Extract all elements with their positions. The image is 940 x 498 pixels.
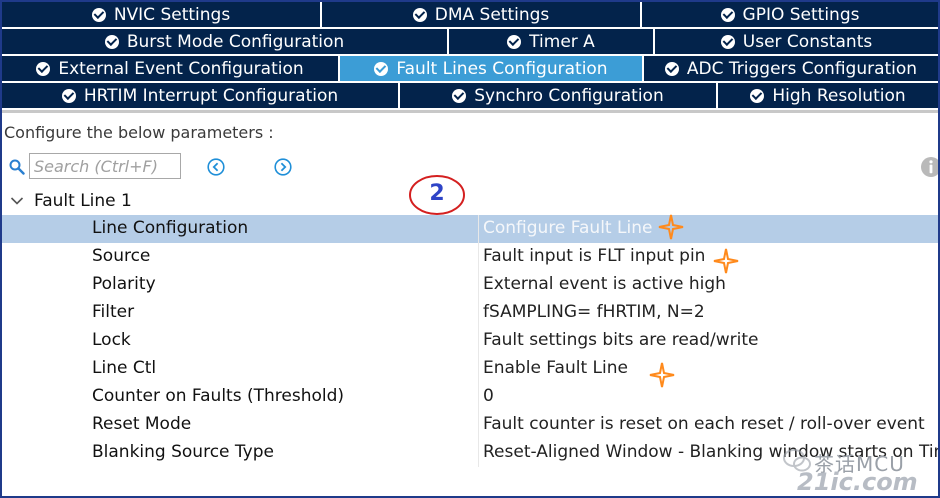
- tab-label: NVIC Settings: [113, 4, 231, 25]
- tab-user-constants[interactable]: User Constants: [655, 29, 938, 56]
- check-circle-icon: [412, 7, 427, 22]
- tab-label: HRTIM Interrupt Configuration: [83, 85, 339, 106]
- chevron-left-circle-icon[interactable]: [207, 158, 225, 176]
- column-divider: [478, 215, 479, 243]
- sparkle-star-icon: [649, 362, 675, 388]
- table-row[interactable]: Source Fault input is FLT input pin: [2, 243, 938, 271]
- check-circle-icon: [36, 61, 51, 76]
- tab-fault-lines-configuration[interactable]: Fault Lines Configuration: [340, 56, 644, 83]
- table-row[interactable]: Line Ctl Enable Fault Line: [2, 355, 938, 383]
- column-divider: [478, 355, 479, 383]
- tree-group-label: Fault Line 1: [34, 191, 132, 211]
- param-value[interactable]: Fault counter is reset on each reset / r…: [483, 414, 925, 434]
- param-name: Counter on Faults (Threshold): [92, 386, 345, 406]
- search-field[interactable]: [29, 153, 181, 179]
- check-circle-icon: [61, 88, 76, 103]
- table-row[interactable]: Filter fSAMPLING= fHRTIM, N=2: [2, 299, 938, 327]
- config-instructions: Configure the below parameters :: [4, 123, 274, 142]
- search-input[interactable]: [34, 155, 174, 177]
- tab-label: External Event Configuration: [58, 58, 304, 79]
- column-divider: [478, 327, 479, 355]
- watermark-logo: 21ic.com: [797, 468, 918, 496]
- tab-label: Synchro Configuration: [474, 85, 664, 106]
- param-value[interactable]: Enable Fault Line: [483, 358, 628, 378]
- table-row[interactable]: Polarity External event is active high: [2, 271, 938, 299]
- tab-adc-triggers-configuration[interactable]: ADC Triggers Configuration: [644, 56, 938, 83]
- sparkle-star-icon: [658, 214, 684, 240]
- check-circle-icon: [104, 34, 119, 49]
- parameter-table: Line Configuration Configure Fault Line …: [2, 215, 938, 467]
- tab-nvic-settings[interactable]: NVIC Settings: [2, 2, 322, 29]
- param-value[interactable]: fSAMPLING= fHRTIM, N=2: [483, 302, 705, 322]
- tab-row-2: Burst Mode Configuration Timer A User Co…: [2, 29, 938, 56]
- tab-row-3: External Event Configuration Fault Lines…: [2, 56, 938, 83]
- section-divider: [2, 110, 938, 113]
- column-divider: [478, 411, 479, 439]
- tab-burst-mode-configuration[interactable]: Burst Mode Configuration: [2, 29, 449, 56]
- tab-label: Fault Lines Configuration: [396, 58, 608, 79]
- column-divider: [478, 439, 479, 467]
- check-circle-icon: [374, 61, 389, 76]
- tab-external-event-configuration[interactable]: External Event Configuration: [2, 56, 340, 83]
- param-name: Source: [92, 246, 151, 266]
- chevron-right-circle-icon[interactable]: [274, 158, 292, 176]
- param-value[interactable]: Fault input is FLT input pin: [483, 246, 705, 266]
- column-divider: [478, 271, 479, 299]
- search-icon[interactable]: [9, 159, 25, 175]
- tab-label: DMA Settings: [434, 4, 550, 25]
- column-divider: [478, 383, 479, 411]
- tab-timer-a[interactable]: Timer A: [449, 29, 655, 56]
- check-circle-icon: [664, 61, 679, 76]
- param-value[interactable]: 0: [483, 386, 494, 406]
- table-row[interactable]: Lock Fault settings bits are read/write: [2, 327, 938, 355]
- check-circle-icon: [507, 34, 522, 49]
- tab-label: ADC Triggers Configuration: [686, 58, 918, 79]
- tab-synchro-configuration[interactable]: Synchro Configuration: [400, 83, 718, 110]
- check-circle-icon: [720, 34, 735, 49]
- tab-label: Burst Mode Configuration: [126, 31, 345, 52]
- table-row[interactable]: Reset Mode Fault counter is reset on eac…: [2, 411, 938, 439]
- check-circle-icon: [91, 7, 106, 22]
- param-name: Reset Mode: [92, 414, 192, 434]
- sparkle-star-icon: [713, 248, 739, 274]
- check-circle-icon: [720, 7, 735, 22]
- tree-group-fault-line-1[interactable]: Fault Line 1: [10, 189, 132, 213]
- tab-gpio-settings[interactable]: GPIO Settings: [642, 2, 938, 29]
- tab-row-4: HRTIM Interrupt Configuration Synchro Co…: [2, 83, 938, 110]
- table-row[interactable]: Line Configuration Configure Fault Line: [2, 215, 938, 243]
- param-value[interactable]: Configure Fault Line: [483, 218, 652, 238]
- param-name: Line Configuration: [92, 218, 249, 238]
- param-name: Blanking Source Type: [92, 442, 274, 462]
- table-row[interactable]: Counter on Faults (Threshold) 0: [2, 383, 938, 411]
- param-value[interactable]: Fault settings bits are read/write: [483, 330, 759, 350]
- check-circle-icon: [452, 88, 467, 103]
- param-name: Line Ctl: [92, 358, 157, 378]
- column-divider: [478, 243, 479, 271]
- column-divider: [478, 299, 479, 327]
- tab-label: User Constants: [742, 31, 873, 52]
- tab-dma-settings[interactable]: DMA Settings: [322, 2, 642, 29]
- param-value[interactable]: External event is active high: [483, 274, 726, 294]
- param-name: Lock: [92, 330, 131, 350]
- param-name: Polarity: [92, 274, 156, 294]
- tab-bar: NVIC Settings DMA Settings GPIO Settings…: [2, 2, 938, 110]
- tab-high-resolution[interactable]: High Resolution: [718, 83, 938, 110]
- tab-label: Timer A: [529, 31, 595, 52]
- tab-hrtim-interrupt-configuration[interactable]: HRTIM Interrupt Configuration: [2, 83, 400, 110]
- check-circle-icon: [750, 88, 765, 103]
- tab-label: High Resolution: [772, 85, 906, 106]
- hrtim-configuration-panel: NVIC Settings DMA Settings GPIO Settings…: [0, 0, 940, 498]
- annotation-number: 2: [429, 181, 445, 206]
- param-name: Filter: [92, 302, 135, 322]
- tab-row-1: NVIC Settings DMA Settings GPIO Settings: [2, 2, 938, 29]
- chevron-down-icon[interactable]: [10, 196, 24, 206]
- tab-label: GPIO Settings: [742, 4, 860, 25]
- info-icon[interactable]: [920, 156, 940, 178]
